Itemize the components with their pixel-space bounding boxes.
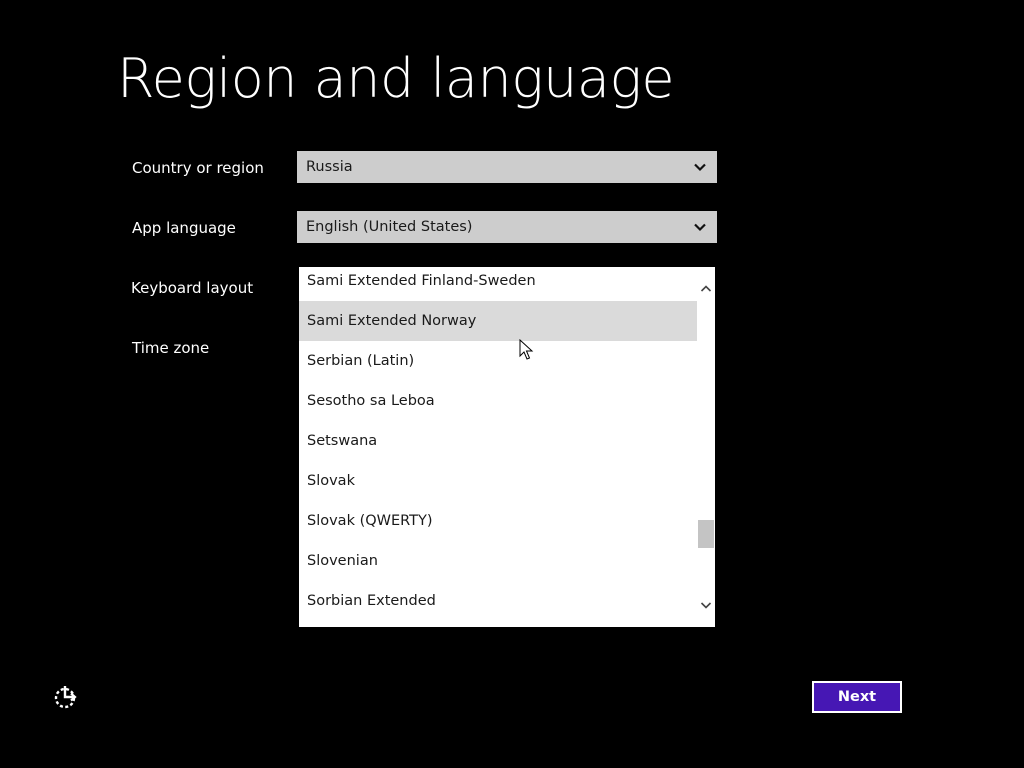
app-language-value: English (United States) <box>306 219 473 235</box>
country-select[interactable]: Russia <box>297 151 717 183</box>
scroll-thumb[interactable] <box>698 520 714 548</box>
country-value: Russia <box>306 159 353 175</box>
list-item-label: Sesotho sa Leboa <box>307 393 435 409</box>
scroll-up-icon[interactable] <box>699 282 713 296</box>
list-item-label: Sami Extended Norway <box>307 313 477 329</box>
list-scrollbar[interactable] <box>697 267 715 627</box>
keyboard-layout-label: Keyboard layout <box>131 279 254 297</box>
list-item[interactable]: Slovak <box>299 461 715 501</box>
list-item[interactable]: Setswana <box>299 421 715 461</box>
list-item[interactable]: Sorbian Extended <box>299 581 715 621</box>
list-item[interactable]: Slovenian <box>299 541 715 581</box>
list-item-label: Slovak (QWERTY) <box>307 513 433 529</box>
chevron-down-icon <box>694 223 706 232</box>
list-item-hovered[interactable]: Sami Extended Norway <box>299 301 715 341</box>
time-zone-label: Time zone <box>132 339 210 357</box>
list-item-label: Slovenian <box>307 553 378 569</box>
list-item-label: Sorbian Extended <box>307 593 436 609</box>
ease-of-access-icon[interactable] <box>52 683 80 711</box>
scroll-down-icon[interactable] <box>699 598 713 612</box>
list-item[interactable]: Sami Extended Finland-Sweden <box>299 267 715 301</box>
region-language-page: Region and language Country or region Ru… <box>0 0 1024 768</box>
list-item-label: Setswana <box>307 433 378 449</box>
next-button[interactable]: Next <box>812 681 902 713</box>
list-item[interactable]: Serbian (Latin) <box>299 341 715 381</box>
app-language-label: App language <box>132 219 236 237</box>
app-language-select[interactable]: English (United States) <box>297 211 717 243</box>
list-item-label: Slovak <box>307 473 355 489</box>
list-item-label: Serbian (Latin) <box>307 353 415 369</box>
mouse-cursor-icon <box>519 339 534 360</box>
chevron-down-icon <box>694 163 706 172</box>
country-label: Country or region <box>132 159 264 177</box>
list-item-label: Sami Extended Finland-Sweden <box>307 273 536 289</box>
keyboard-layout-dropdown-list[interactable]: Sami Extended Finland-Sweden Sami Extend… <box>299 267 715 627</box>
list-item[interactable]: Slovak (QWERTY) <box>299 501 715 541</box>
page-title: Region and language <box>117 47 675 110</box>
list-item[interactable]: Sesotho sa Leboa <box>299 381 715 421</box>
